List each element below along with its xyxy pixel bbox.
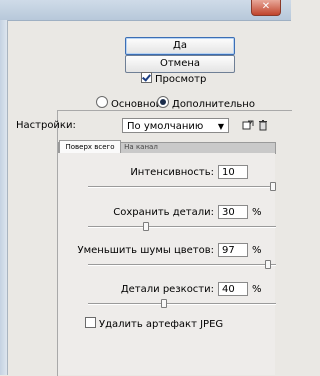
remove-jpeg-artifact-label: Удалить артефакт JPEG: [99, 319, 224, 330]
window-frame-left: [0, 20, 8, 375]
remove-jpeg-artifact-checkbox[interactable]: Удалить артефакт JPEG: [85, 317, 223, 330]
preserve-details-slider-thumb[interactable]: [142, 222, 149, 231]
close-button[interactable]: ✕: [251, 0, 281, 16]
tab-per-channel[interactable]: На канал: [121, 142, 161, 152]
tab-overall[interactable]: Поверх всего: [59, 140, 121, 153]
sharpen-details-unit: %: [252, 284, 262, 295]
radio-advanced-circle[interactable]: [157, 96, 169, 108]
sharpen-details-input[interactable]: 40: [218, 282, 248, 296]
reduce-color-noise-input[interactable]: 97: [218, 243, 248, 257]
remove-jpeg-artifact-box[interactable]: [85, 317, 96, 328]
settings-value: По умолчанию: [127, 121, 204, 132]
sharpen-details-slider-thumb[interactable]: [160, 299, 167, 308]
trash-icon[interactable]: [257, 119, 269, 131]
preview-label: Просмотр: [155, 74, 207, 85]
preview-checkbox[interactable]: Просмотр: [141, 72, 206, 85]
preserve-details-input[interactable]: 30: [218, 205, 248, 219]
preserve-details-label: Сохранить детали:: [113, 207, 214, 218]
ok-button[interactable]: Да: [125, 37, 235, 55]
preview-checkbox-box[interactable]: [141, 72, 152, 83]
settings-select[interactable]: По умолчанию ▼: [122, 118, 229, 133]
settings-label: Настройки:: [16, 120, 76, 131]
title-bar: ✕: [0, 0, 291, 21]
sharpen-details-slider-track[interactable]: [88, 303, 276, 305]
reduce-color-noise-label: Уменьшить шумы цветов:: [77, 245, 214, 256]
sharpen-details-label: Детали резкости:: [120, 284, 214, 295]
mode-advanced-label: Дополнительно: [172, 99, 255, 110]
intensity-label: Интенсивность:: [130, 167, 214, 178]
radio-basic-circle[interactable]: [96, 96, 108, 108]
mode-basic-label: Основной: [111, 99, 163, 110]
reduce-color-noise-slider-track[interactable]: [88, 264, 276, 266]
save-preset-icon[interactable]: [242, 119, 254, 131]
preserve-details-unit: %: [252, 207, 262, 218]
intensity-input[interactable]: 10: [218, 165, 248, 179]
reduce-color-noise-slider-thumb[interactable]: [264, 260, 271, 269]
close-icon: ✕: [261, 1, 271, 12]
preserve-details-slider-track[interactable]: [88, 226, 276, 228]
intensity-slider-thumb[interactable]: [270, 182, 276, 191]
cancel-button[interactable]: Отмена: [125, 55, 235, 73]
intensity-slider-track[interactable]: [88, 186, 276, 188]
chevron-down-icon: ▼: [217, 122, 224, 131]
reduce-color-noise-unit: %: [252, 245, 262, 256]
mode-basic-radio[interactable]: Основной: [96, 96, 162, 110]
mode-advanced-radio[interactable]: Дополнительно: [157, 96, 255, 110]
